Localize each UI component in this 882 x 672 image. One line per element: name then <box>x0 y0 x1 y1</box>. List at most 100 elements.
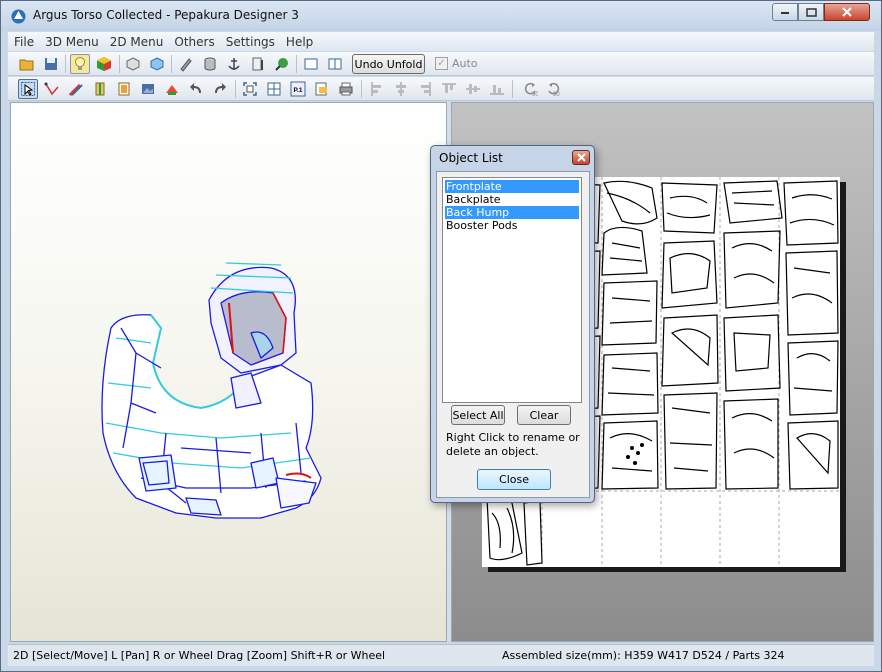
align-top-button[interactable] <box>439 79 459 99</box>
auto-checkbox-wrap[interactable]: ✓ Auto <box>435 57 478 70</box>
flap-tool-button[interactable] <box>114 79 134 99</box>
maximize-button[interactable] <box>798 3 824 21</box>
status-assembled-size: Assembled size(mm): H359 W417 D524 / Par… <box>502 649 785 662</box>
page-button[interactable]: P.1 <box>288 79 308 99</box>
rotate-left-button[interactable]: 90 <box>520 79 540 99</box>
brush-icon <box>68 83 83 97</box>
globe-button[interactable] <box>272 54 292 74</box>
redo-arrow-icon <box>215 83 226 93</box>
object-listbox[interactable]: Frontplate Backplate Back Hump Booster P… <box>442 177 582 403</box>
object-item-back-hump[interactable]: Back Hump <box>445 206 579 219</box>
print-preview-icon <box>315 82 327 96</box>
3d-model-render[interactable] <box>11 103 448 643</box>
anchor-button[interactable] <box>224 54 244 74</box>
save-button[interactable] <box>41 54 61 74</box>
single-view-button[interactable] <box>301 54 321 74</box>
flip-icon <box>166 85 178 95</box>
print-preview-button[interactable] <box>312 79 332 99</box>
object-item-frontplate[interactable]: Frontplate <box>445 180 579 193</box>
join-icon <box>44 82 59 96</box>
fold-icon <box>95 82 105 96</box>
dialog-body: Frontplate Backplate Back Hump Booster P… <box>436 171 590 498</box>
select-all-button[interactable]: Select All <box>451 405 505 425</box>
minimize-icon <box>781 12 789 14</box>
align-center-icon <box>396 82 406 96</box>
edit-button[interactable] <box>248 54 268 74</box>
menu-3d[interactable]: 3D Menu <box>39 35 104 49</box>
align-center-button[interactable] <box>391 79 411 99</box>
window-title: Argus Torso Collected - Pepakura Designe… <box>33 8 299 22</box>
print-button[interactable] <box>336 79 356 99</box>
align-left-icon <box>371 82 381 96</box>
align-bottom-button[interactable] <box>487 79 507 99</box>
menu-others[interactable]: Others <box>168 35 219 49</box>
close-window-button[interactable] <box>824 3 870 21</box>
status-hint: 2D [Select/Move] L [Pan] R or Wheel Drag… <box>13 649 386 662</box>
dialog-close-text-button[interactable]: Close <box>477 469 551 490</box>
light-toggle-button[interactable] <box>70 54 90 74</box>
3d-box-button[interactable] <box>123 54 143 74</box>
texture-icon <box>97 57 111 71</box>
page-icon: P.1 <box>290 81 306 97</box>
flap-icon <box>118 82 130 96</box>
rotate-left-label: 90 <box>532 92 538 97</box>
close-icon <box>576 153 586 162</box>
pencil-icon <box>180 58 192 72</box>
flip-tool-button[interactable] <box>162 79 182 99</box>
image-tool-button[interactable] <box>138 79 158 99</box>
menu-2d[interactable]: 2D Menu <box>104 35 169 49</box>
fold-tool-button[interactable] <box>90 79 110 99</box>
menu-help[interactable]: Help <box>280 35 318 49</box>
select-tool-button[interactable] <box>18 79 38 99</box>
texture-toggle-button[interactable] <box>94 54 114 74</box>
rotate-right-button[interactable]: 90 <box>544 79 564 99</box>
grid-button[interactable] <box>264 79 284 99</box>
status-bar: 2D [Select/Move] L [Pan] R or Wheel Drag… <box>8 644 874 666</box>
app-icon <box>11 9 26 24</box>
brush-tool-button[interactable] <box>66 79 86 99</box>
3d-box-icon <box>126 57 140 71</box>
align-right-button[interactable] <box>415 79 435 99</box>
select-icon <box>21 82 35 96</box>
dual-view-button[interactable] <box>325 54 345 74</box>
save-icon <box>45 58 57 70</box>
auto-label: Auto <box>452 57 478 70</box>
open-icon <box>19 59 34 71</box>
maximize-icon <box>805 7 817 17</box>
undo-button[interactable] <box>186 79 206 99</box>
cylinder-icon <box>204 57 216 71</box>
rotate-90-left-icon: 90 <box>524 82 538 97</box>
minimize-button[interactable] <box>772 3 798 21</box>
cylinder-button[interactable] <box>200 54 220 74</box>
menu-file[interactable]: File <box>8 35 39 49</box>
align-middle-icon <box>466 84 480 94</box>
object-item-backplate[interactable]: Backplate <box>445 193 579 206</box>
object-list-dialog[interactable]: Object List Frontplate Backplate Back Hu… <box>430 145 595 503</box>
align-left-button[interactable] <box>367 79 387 99</box>
zoom-fit-button[interactable] <box>240 79 260 99</box>
anchor-icon <box>228 58 240 70</box>
align-right-icon <box>421 82 431 96</box>
undo-arrow-icon <box>190 83 201 93</box>
grid-icon <box>267 82 281 96</box>
redo-button[interactable] <box>210 79 230 99</box>
edit-icon <box>252 57 263 71</box>
clear-button[interactable]: Clear <box>517 405 571 425</box>
page-label: P.1 <box>294 87 303 94</box>
auto-checkbox[interactable]: ✓ <box>435 57 448 70</box>
3d-view-pane[interactable] <box>10 102 447 642</box>
dialog-close-button[interactable] <box>572 150 590 165</box>
align-middle-button[interactable] <box>463 79 483 99</box>
title-bar[interactable]: Argus Torso Collected - Pepakura Designe… <box>1 1 881 31</box>
3d-texture-button[interactable] <box>147 54 167 74</box>
rotate-90-right-icon: 90 <box>548 82 560 97</box>
object-item-booster-pods[interactable]: Booster Pods <box>445 219 579 232</box>
open-button[interactable] <box>17 54 37 74</box>
image-icon <box>142 84 154 94</box>
menu-bar: File 3D Menu 2D Menu Others Settings Hel… <box>8 32 874 51</box>
pencil-button[interactable] <box>176 54 196 74</box>
close-icon <box>842 7 852 17</box>
join-tool-button[interactable] <box>42 79 62 99</box>
menu-settings[interactable]: Settings <box>220 35 280 49</box>
undo-unfold-button[interactable]: Undo Unfold <box>352 54 425 74</box>
